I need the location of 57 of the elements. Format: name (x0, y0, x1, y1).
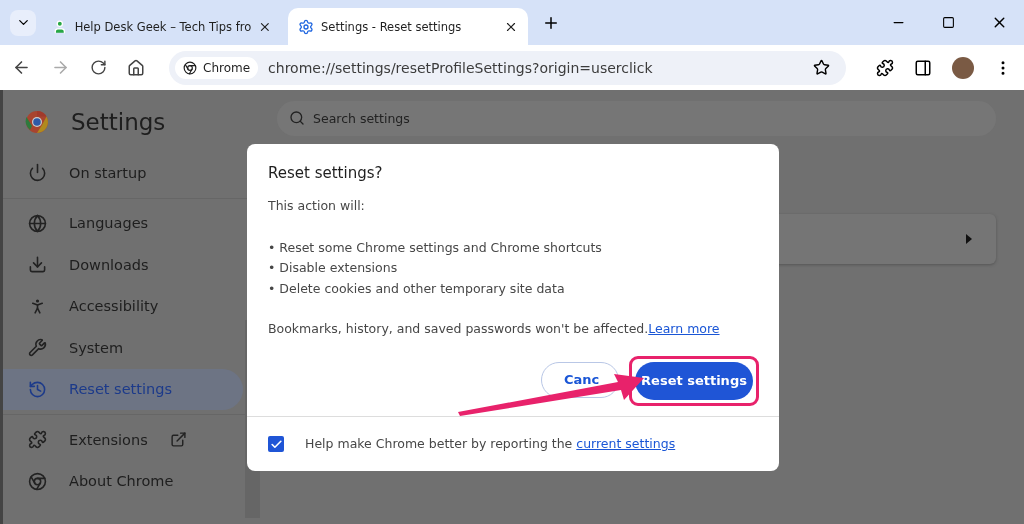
dialog-title: Reset settings? (268, 164, 384, 182)
maximize-icon[interactable] (942, 16, 955, 29)
logo-icon (25, 110, 49, 134)
tab-search-button[interactable] (10, 9, 36, 36)
browser-tab[interactable]: Settings - Reset settings (288, 8, 528, 45)
side-panel-icon[interactable] (914, 58, 932, 77)
reset-settings-button[interactable]: Reset settings (635, 361, 753, 400)
power-icon (28, 163, 47, 183)
item-label: Languages (69, 215, 149, 232)
back-icon[interactable] (12, 58, 31, 77)
globe-icon (28, 213, 47, 233)
url-text: chrome://settings/resetProfileSettings?origin=userclick (268, 59, 654, 76)
bullet-text: • Delete cookies and other temporary site data (268, 279, 566, 298)
browser-tab[interactable]: Help Desk Geek – Tech Tips fro (42, 8, 282, 45)
checkbox[interactable] (268, 436, 284, 452)
current-settings-link[interactable]: current settings (576, 435, 676, 451)
item-label: Accessibility (69, 298, 159, 315)
item-label: On startup (69, 164, 147, 181)
puzzle-icon[interactable] (876, 58, 894, 77)
tab-title: Help Desk Geek – Tech Tips fro (74, 19, 252, 34)
gear-icon (298, 18, 314, 35)
history-icon (28, 379, 47, 399)
sidebar-item[interactable]: Accessibility (3, 285, 243, 327)
search-field[interactable]: Search settings (277, 101, 996, 136)
chrome-icon (28, 471, 47, 491)
sidebar-item[interactable]: On startup (3, 152, 243, 194)
home-icon[interactable] (127, 58, 145, 77)
item-label: System (69, 339, 124, 356)
address-bar[interactable]: Chrome chrome://settings/resetProfileSettings?origin=userclick (169, 50, 846, 85)
person-icon (52, 18, 68, 35)
learn-more-link[interactable]: Learn more (648, 321, 720, 336)
bullet-text: • Disable extensions (268, 259, 399, 277)
sidebar-item[interactable]: Extensions (3, 419, 243, 461)
sidebar-item[interactable]: About Chrome (3, 460, 243, 502)
tab-title: Settings - Reset settings (321, 19, 463, 34)
chrome-icon (183, 60, 197, 75)
star-icon[interactable] (813, 59, 830, 76)
site-chip[interactable]: Chrome (175, 56, 259, 79)
sidebar-item[interactable]: System (3, 327, 243, 369)
wrench-icon (28, 338, 47, 358)
expand-arrow-icon[interactable] (966, 234, 972, 244)
item-label: Reset settings (69, 381, 172, 398)
item-label: Downloads (69, 256, 149, 273)
sidebar-item[interactable]: Languages (3, 202, 243, 244)
search-icon (289, 110, 305, 126)
report-text: Help make Chrome better by reporting the current settings (305, 434, 676, 453)
intro-text: This action will: (268, 197, 366, 215)
sidebar-item[interactable]: Downloads (3, 244, 243, 286)
item-label: Extensions (69, 431, 148, 448)
puzzle-icon (28, 430, 47, 450)
bullet-text: • Reset some Chrome settings and Chrome shortcuts (268, 238, 603, 257)
download-icon (28, 255, 47, 275)
avatar[interactable] (952, 56, 974, 79)
item-label: About Chrome (69, 473, 174, 490)
note-text: Bookmarks, history, and saved passwords won't be affected.Learn more (268, 320, 721, 338)
page-title: Settings (71, 109, 166, 135)
reload-icon[interactable] (90, 59, 107, 76)
